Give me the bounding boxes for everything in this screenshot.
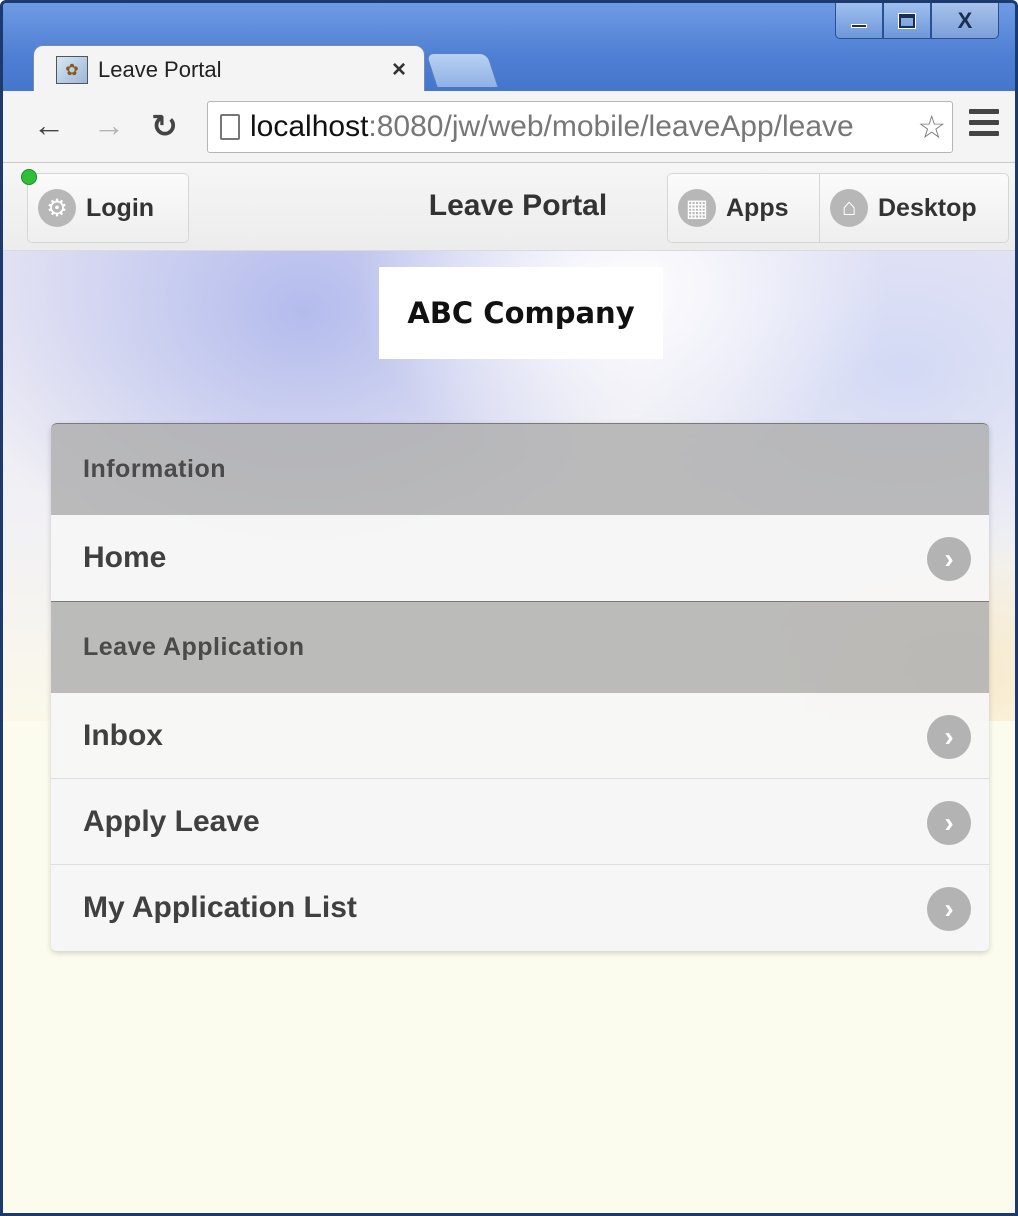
desktop-button[interactable]: ⌂ Desktop	[819, 173, 1009, 243]
menu-listview: Information Home › Leave Application Inb…	[51, 423, 989, 951]
title-bar: X ✿ Leave Portal ×	[3, 3, 1015, 93]
tab-title: Leave Portal	[98, 56, 222, 82]
desktop-label: Desktop	[878, 193, 977, 222]
list-item-apply-leave[interactable]: Apply Leave ›	[51, 779, 989, 865]
company-logo: ABC Company	[379, 267, 663, 359]
window-controls: X	[835, 3, 999, 43]
list-item-label: My Application List	[83, 891, 357, 924]
list-item-label: Inbox	[83, 718, 163, 752]
list-item-home[interactable]: Home ›	[51, 515, 989, 601]
apps-button[interactable]: ▦ Apps	[667, 173, 821, 243]
list-divider-leave-application: Leave Application	[51, 601, 989, 693]
browser-toolbar: ← → ↻ localhost:8080/jw/web/mobile/leave…	[3, 91, 1015, 163]
list-item-my-application-list[interactable]: My Application List ›	[51, 865, 989, 951]
page-viewport: ⚙ Login Leave Portal ▦ Apps ⌂ Desktop AB…	[3, 163, 1015, 1213]
browser-menu-icon[interactable]	[969, 109, 999, 142]
minimize-icon	[851, 23, 867, 28]
chevron-right-icon: ›	[927, 887, 971, 931]
maximize-icon	[899, 13, 915, 28]
list-divider-information: Information	[51, 423, 989, 515]
apps-label: Apps	[726, 193, 789, 222]
address-bar[interactable]: localhost:8080/jw/web/mobile/leaveApp/le…	[207, 101, 953, 153]
browser-window: X ✿ Leave Portal × ← → ↻ localhost:8080/…	[0, 0, 1018, 1216]
login-button[interactable]: ⚙ Login	[27, 173, 189, 243]
bookmark-star-icon[interactable]: ☆	[917, 108, 946, 146]
home-icon: ⌂	[830, 189, 868, 227]
chevron-right-icon: ›	[927, 537, 971, 581]
chevron-right-icon: ›	[927, 715, 971, 759]
url-path: :8080/jw/web/mobile/leaveApp/leave	[368, 110, 854, 143]
forward-arrow-icon[interactable]: →	[93, 107, 125, 144]
url-host: localhost	[250, 110, 369, 143]
close-window-button[interactable]: X	[931, 3, 999, 39]
grid-icon: ▦	[678, 189, 716, 227]
minimize-button[interactable]	[835, 3, 883, 39]
maximize-button[interactable]	[883, 3, 931, 39]
new-tab-button[interactable]	[425, 53, 499, 87]
login-label: Login	[86, 193, 155, 222]
browser-tab[interactable]: ✿ Leave Portal ×	[33, 45, 425, 93]
list-item-label: Home	[83, 541, 167, 574]
tab-close-icon[interactable]: ×	[392, 56, 406, 84]
page-header: ⚙ Login Leave Portal ▦ Apps ⌂ Desktop	[3, 163, 1015, 251]
favicon-icon: ✿	[56, 55, 88, 84]
back-arrow-icon[interactable]: ←	[33, 107, 65, 144]
page-title: Leave Portal	[428, 189, 608, 222]
gear-icon: ⚙	[38, 189, 76, 227]
page-icon	[220, 114, 240, 140]
list-item-inbox[interactable]: Inbox ›	[51, 693, 989, 779]
chevron-right-icon: ›	[927, 801, 971, 845]
status-dot	[21, 169, 37, 185]
list-item-label: Apply Leave	[83, 804, 260, 838]
reload-icon[interactable]: ↻	[151, 107, 178, 145]
